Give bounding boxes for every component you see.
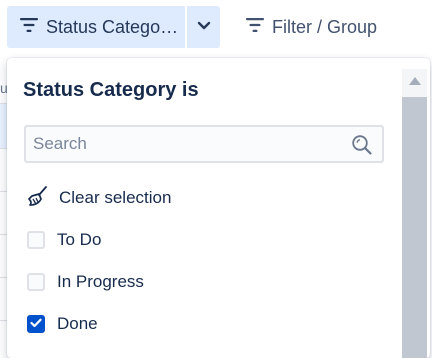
checkbox-to-do[interactable]	[27, 231, 45, 249]
option-done[interactable]: Done	[27, 312, 98, 336]
status-category-dropdown-toggle[interactable]	[187, 6, 220, 48]
status-category-dropdown-panel: Status Category is Clear selection To Do	[7, 58, 430, 358]
checkbox-in-progress[interactable]	[27, 273, 45, 291]
checkbox-done[interactable]	[27, 315, 45, 333]
option-label: In Progress	[57, 272, 144, 291]
option-label: Done	[57, 314, 98, 333]
chevron-down-icon	[197, 18, 211, 36]
status-category-filter-button[interactable]: Status Catego…	[7, 6, 185, 48]
scroll-up-arrow-icon[interactable]	[409, 77, 421, 85]
dropdown-title: Status Category is	[23, 79, 199, 101]
option-to-do[interactable]: To Do	[27, 228, 101, 252]
search-input[interactable]	[26, 133, 335, 155]
search-field[interactable]	[24, 125, 384, 163]
clear-selection-label: Clear selection	[59, 188, 172, 207]
option-in-progress[interactable]: In Progress	[27, 270, 144, 294]
toolbar: Status Catego… Filter / Group	[0, 0, 432, 56]
filter-group-button[interactable]: Filter / Group	[236, 6, 377, 48]
clear-selection-button[interactable]: Clear selection	[27, 185, 172, 212]
filter-lines-icon	[246, 17, 264, 37]
filter-group-label: Filter / Group	[272, 16, 378, 37]
filter-lines-icon	[20, 17, 38, 37]
search-icon	[351, 134, 373, 161]
checkmark-icon	[30, 315, 42, 333]
broom-icon	[27, 185, 49, 212]
scrollbar[interactable]	[402, 69, 427, 358]
scrollbar-thumb[interactable]	[402, 97, 427, 358]
status-category-filter-label: Status Catego…	[46, 16, 179, 37]
option-label: To Do	[57, 230, 102, 249]
